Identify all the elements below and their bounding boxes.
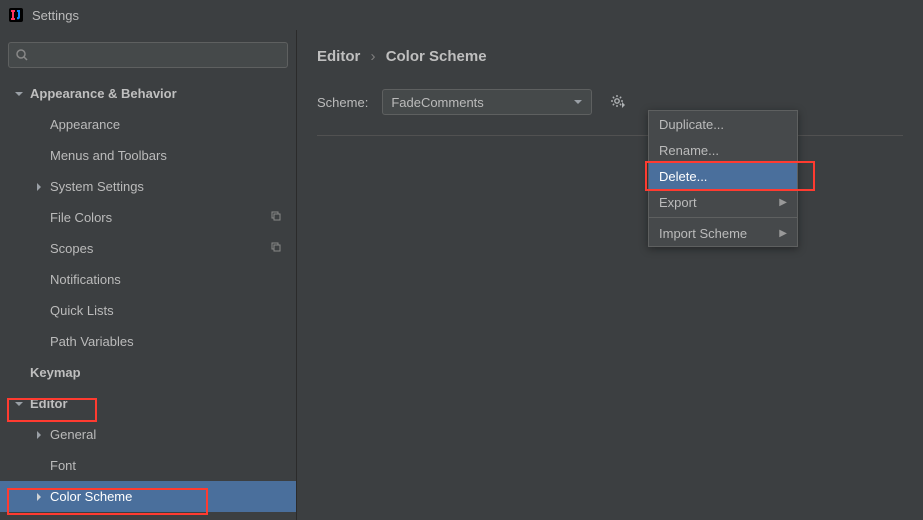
- gear-icon: [609, 93, 627, 111]
- sidebar-item-path-variables[interactable]: Path Variables: [0, 326, 296, 357]
- sidebar-item-font[interactable]: Font: [0, 450, 296, 481]
- app-icon: [8, 7, 24, 23]
- sidebar-item-label: General: [50, 427, 96, 442]
- scheme-select[interactable]: FadeComments: [382, 89, 592, 115]
- gear-button[interactable]: [606, 90, 630, 114]
- scheme-value: FadeComments: [391, 95, 483, 110]
- popup-item-rename[interactable]: Rename...: [649, 137, 797, 163]
- scheme-actions-popup: Duplicate... Rename... Delete... Export …: [648, 110, 798, 247]
- project-icon: [270, 210, 282, 225]
- sidebar-item-keymap[interactable]: Keymap: [0, 357, 296, 388]
- popup-item-label: Export: [659, 195, 697, 210]
- sidebar-item-file-colors[interactable]: File Colors: [0, 202, 296, 233]
- popup-item-label: Import Scheme: [659, 226, 747, 241]
- chevron-right-icon: [34, 492, 44, 502]
- chevron-down-icon: [14, 399, 24, 409]
- search-input[interactable]: [33, 48, 281, 63]
- sidebar-item-label: System Settings: [50, 179, 144, 194]
- sidebar-item-scopes[interactable]: Scopes: [0, 233, 296, 264]
- sidebar-item-menus-toolbars[interactable]: Menus and Toolbars: [0, 140, 296, 171]
- chevron-right-icon: ▶: [779, 197, 787, 208]
- content-pane: Editor › Color Scheme Scheme: FadeCommen…: [297, 30, 923, 520]
- sidebar-item-label: Scopes: [50, 241, 93, 256]
- sidebar-item-notifications[interactable]: Notifications: [0, 264, 296, 295]
- sidebar-item-label: Editor: [30, 396, 68, 411]
- sidebar-item-label: Appearance: [50, 117, 120, 132]
- breadcrumb-part: Editor: [317, 48, 360, 65]
- sidebar-item-label: File Colors: [50, 210, 112, 225]
- popup-item-delete[interactable]: Delete...: [649, 163, 797, 189]
- sidebar-item-general[interactable]: General: [0, 419, 296, 450]
- sidebar-item-quick-lists[interactable]: Quick Lists: [0, 295, 296, 326]
- popup-item-label: Rename...: [659, 143, 719, 158]
- chevron-down-icon: [14, 89, 24, 99]
- sidebar-item-label: Notifications: [50, 272, 121, 287]
- scheme-row: Scheme: FadeComments: [317, 89, 903, 136]
- sidebar-item-label: Color Scheme: [50, 489, 132, 504]
- popup-item-import-scheme[interactable]: Import Scheme ▶: [649, 220, 797, 246]
- sidebar-item-label: Font: [50, 458, 76, 473]
- breadcrumb-part: Color Scheme: [386, 48, 487, 65]
- chevron-right-icon: [34, 430, 44, 440]
- popup-item-duplicate[interactable]: Duplicate...: [649, 111, 797, 137]
- chevron-down-icon: [573, 97, 583, 107]
- sidebar: Appearance & Behavior Appearance Menus a…: [0, 30, 297, 520]
- sidebar-item-label: Path Variables: [50, 334, 134, 349]
- breadcrumb: Editor › Color Scheme: [317, 48, 903, 65]
- sidebar-item-label: Menus and Toolbars: [50, 148, 167, 163]
- search-icon: [15, 48, 29, 62]
- chevron-right-icon: ▶: [779, 228, 787, 239]
- chevron-right-icon: [34, 182, 44, 192]
- popup-separator: [649, 217, 797, 218]
- popup-item-export[interactable]: Export ▶: [649, 189, 797, 215]
- sidebar-item-system-settings[interactable]: System Settings: [0, 171, 296, 202]
- popup-item-label: Delete...: [659, 169, 707, 184]
- sidebar-item-appearance-behavior[interactable]: Appearance & Behavior: [0, 78, 296, 109]
- breadcrumb-separator: ›: [371, 48, 376, 65]
- sidebar-item-color-scheme[interactable]: Color Scheme: [0, 481, 296, 512]
- titlebar: Settings: [0, 0, 923, 30]
- sidebar-item-label: Keymap: [30, 365, 81, 380]
- popup-item-label: Duplicate...: [659, 117, 724, 132]
- sidebar-item-appearance[interactable]: Appearance: [0, 109, 296, 140]
- sidebar-item-label: Quick Lists: [50, 303, 114, 318]
- sidebar-item-label: Appearance & Behavior: [30, 86, 177, 101]
- scheme-label: Scheme:: [317, 95, 368, 110]
- search-input-container[interactable]: [8, 42, 288, 68]
- project-icon: [270, 241, 282, 256]
- window-title: Settings: [32, 8, 79, 23]
- sidebar-item-editor[interactable]: Editor: [0, 388, 296, 419]
